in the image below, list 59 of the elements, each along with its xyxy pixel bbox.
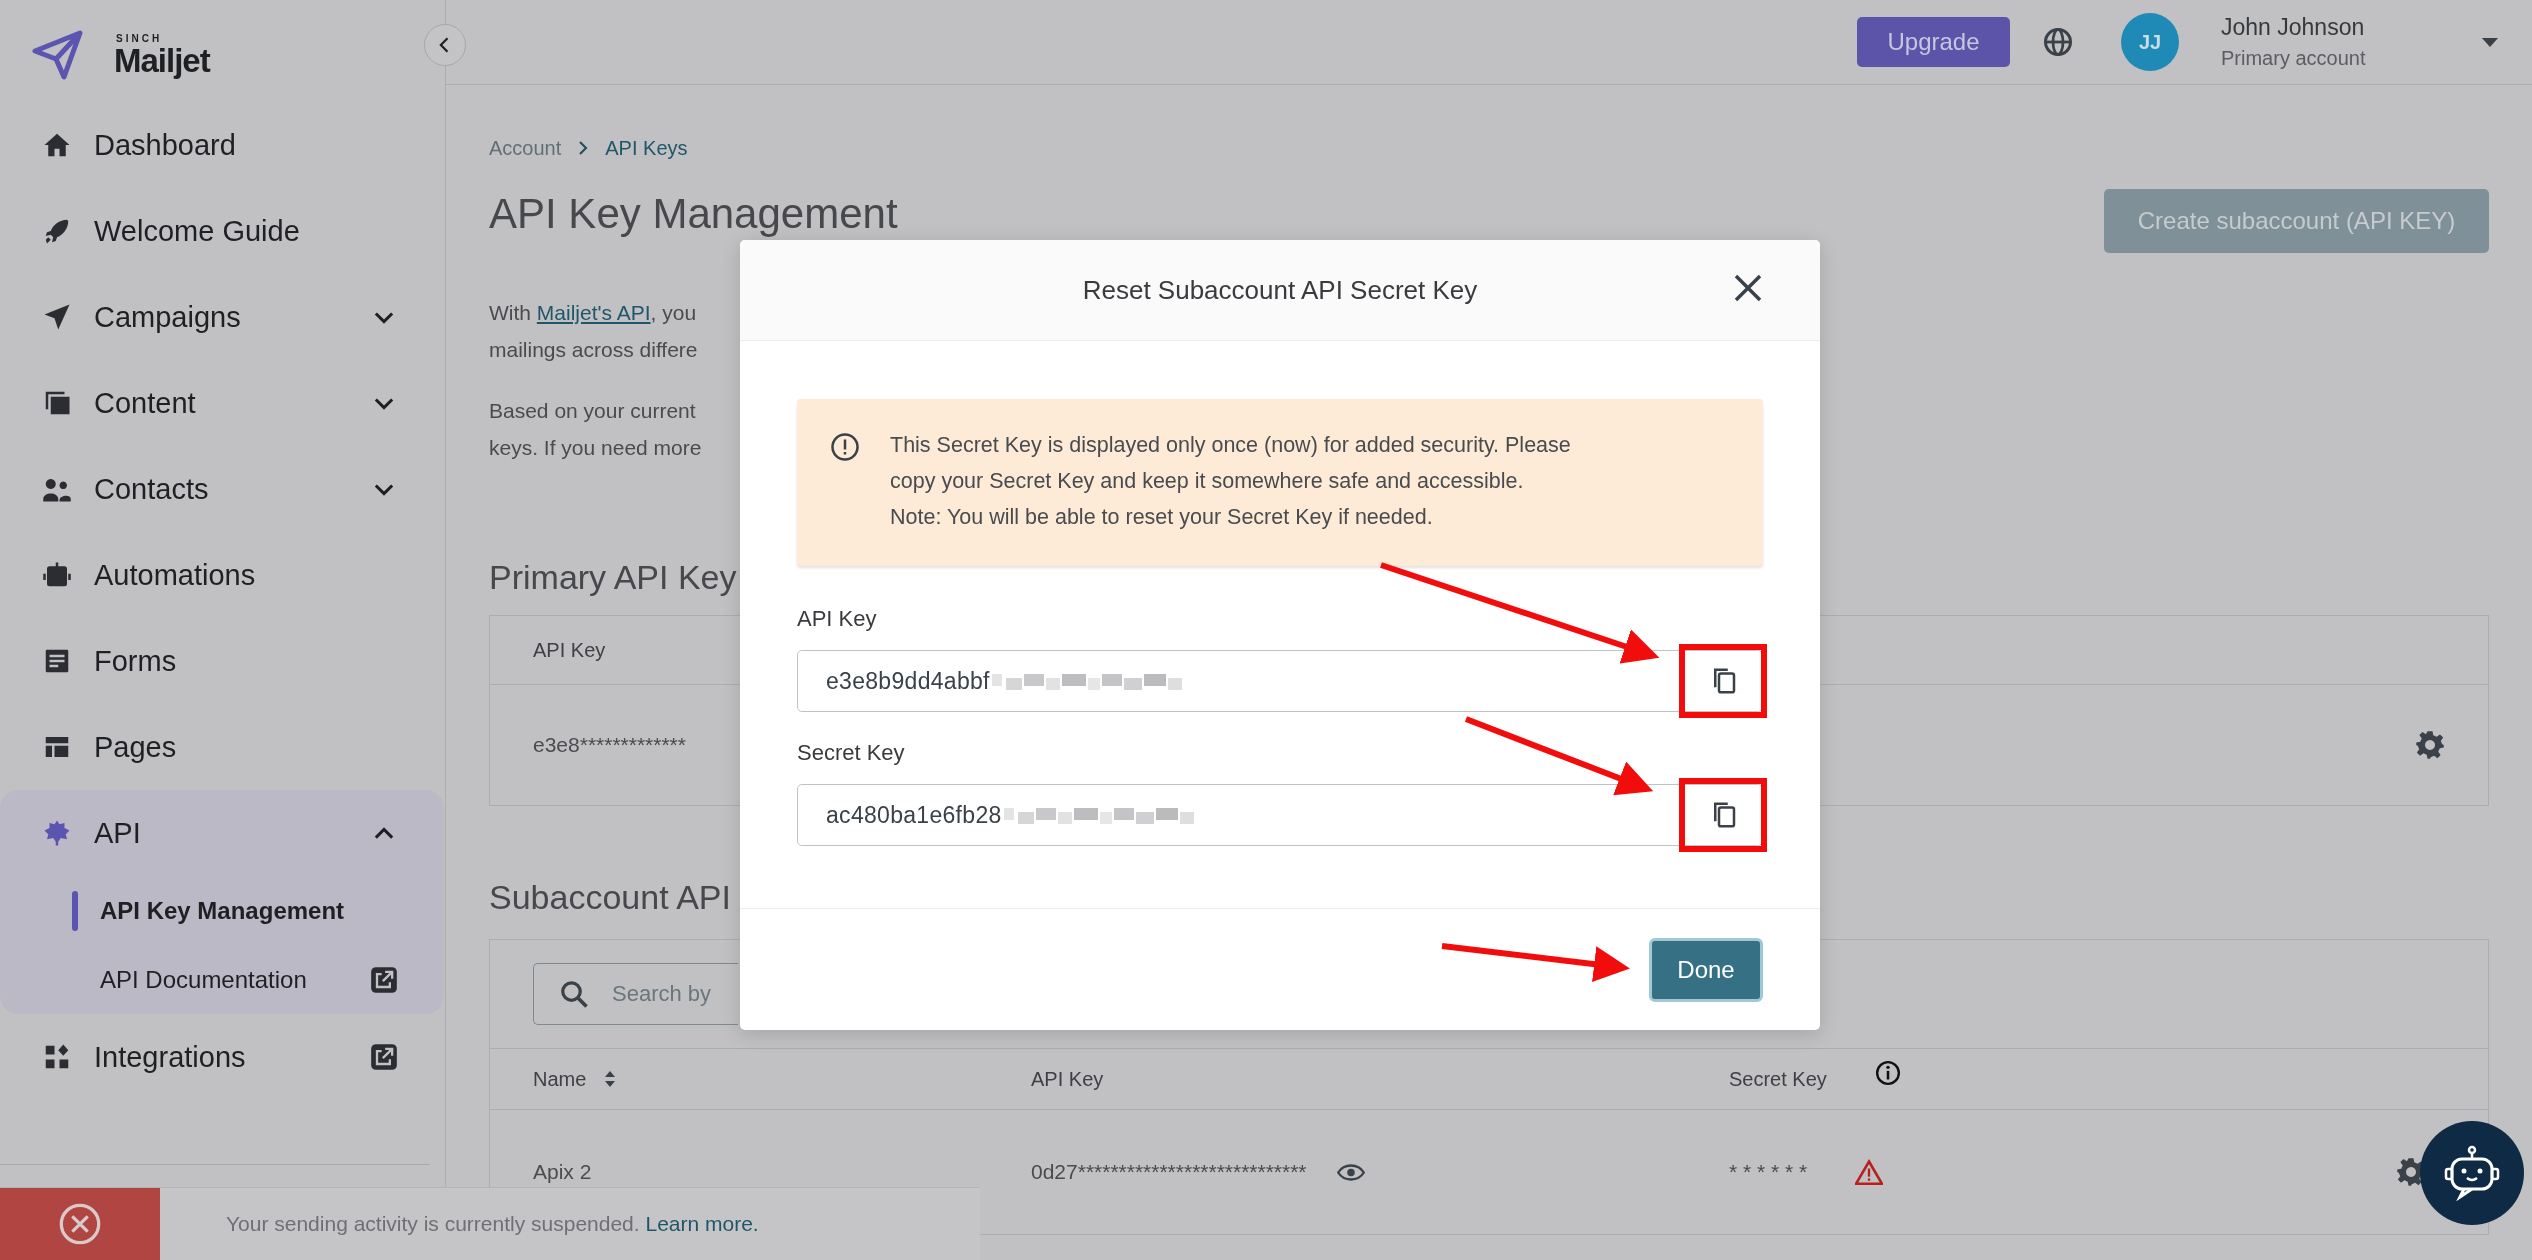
- sidebar-item[interactable]: Contacts: [0, 446, 444, 532]
- table-cell: * * * * * *: [1729, 1160, 1808, 1184]
- caret-down-icon[interactable]: [2481, 36, 2499, 48]
- sidebar-item[interactable]: Forms: [0, 618, 444, 704]
- paper-plane-logo-icon: [32, 29, 84, 81]
- collapse-sidebar-button[interactable]: [424, 24, 466, 66]
- column-header: API Key: [533, 638, 606, 662]
- table-cell: e3e8*************: [533, 733, 686, 757]
- sidebar-item[interactable]: API: [0, 790, 444, 876]
- sidebar-item[interactable]: Pages: [0, 704, 444, 790]
- close-button[interactable]: [1732, 272, 1764, 304]
- globe-icon[interactable]: [2043, 27, 2073, 57]
- intro-paragraph: Based on your current keys. If you need more: [489, 398, 703, 461]
- intro-paragraph: With Mailjet's API, you mailings across differe: [489, 300, 699, 363]
- chevron-right-icon: [577, 140, 590, 156]
- info-icon[interactable]: [1874, 1060, 1901, 1086]
- breadcrumb-item[interactable]: API Keys: [605, 136, 688, 160]
- page-title: API Key Management: [489, 189, 898, 239]
- suspension-message: Your sending activity is currently suspended. Learn more.: [226, 1212, 759, 1236]
- logo-wordmark: Mailjet: [114, 43, 210, 77]
- sidebar-item[interactable]: Dashboard: [0, 102, 444, 188]
- paper-plane-icon: [42, 302, 72, 332]
- section-heading: Subaccount API: [489, 878, 731, 917]
- close-icon: [1732, 272, 1764, 304]
- error-circle-icon: [58, 1202, 102, 1246]
- upgrade-button[interactable]: Upgrade: [1857, 17, 2010, 67]
- sidebar-item[interactable]: Automations: [0, 532, 444, 618]
- column-header[interactable]: Name: [533, 1067, 587, 1091]
- account-type: Primary account: [2221, 47, 2367, 70]
- sidebar-item[interactable]: Campaigns: [0, 274, 444, 360]
- search-field[interactable]: Search by: [533, 963, 738, 1025]
- column-header[interactable]: API Key: [1031, 1067, 1104, 1091]
- settings-icon[interactable]: [2415, 730, 2445, 760]
- done-button[interactable]: Done: [1649, 937, 1763, 1002]
- sidebar-subitem[interactable]: API Key Management: [0, 876, 444, 946]
- sidebar-item[interactable]: Integrations: [0, 1014, 444, 1100]
- table-cell: Apix 2: [533, 1160, 592, 1184]
- sidebar-subitem[interactable]: API Documentation: [0, 946, 444, 1014]
- user-name: John Johnson: [2221, 14, 2366, 41]
- sort-icon[interactable]: [604, 1069, 617, 1089]
- search-icon: [559, 979, 589, 1009]
- robot-icon: [2442, 1145, 2502, 1201]
- api-icon: [42, 818, 72, 848]
- key-value: e3e8b9dd4abbf: [826, 667, 990, 695]
- api-link[interactable]: Mailjet's API: [536, 301, 651, 324]
- column-header[interactable]: Secret Key: [1729, 1067, 1827, 1091]
- learn-more-link[interactable]: Learn more.: [645, 1212, 759, 1235]
- field-label: Secret Key: [797, 740, 906, 766]
- field-label: API Key: [797, 606, 878, 632]
- section-heading: Primary API Key: [489, 558, 737, 597]
- table-cell: 0d27****************************: [1031, 1160, 1307, 1184]
- notice-text: This Secret Key is displayed only once (now) for added security. Please copy your Secret Key and keep it somewhere safe and accessible. Note: You will be able to reset your Secret Key if needed.: [890, 432, 1571, 531]
- dialog-title: Reset Subaccount API Secret Key: [1082, 274, 1478, 306]
- alert-circle-icon: [830, 432, 860, 462]
- key-value: ac480ba1e6fb28: [826, 801, 1002, 829]
- logo-subtitle: SINCH: [116, 33, 164, 44]
- sidebar-item[interactable]: Welcome Guide: [0, 188, 444, 274]
- sidebar-item[interactable]: Content: [0, 360, 444, 446]
- eye-icon[interactable]: [1336, 1162, 1365, 1182]
